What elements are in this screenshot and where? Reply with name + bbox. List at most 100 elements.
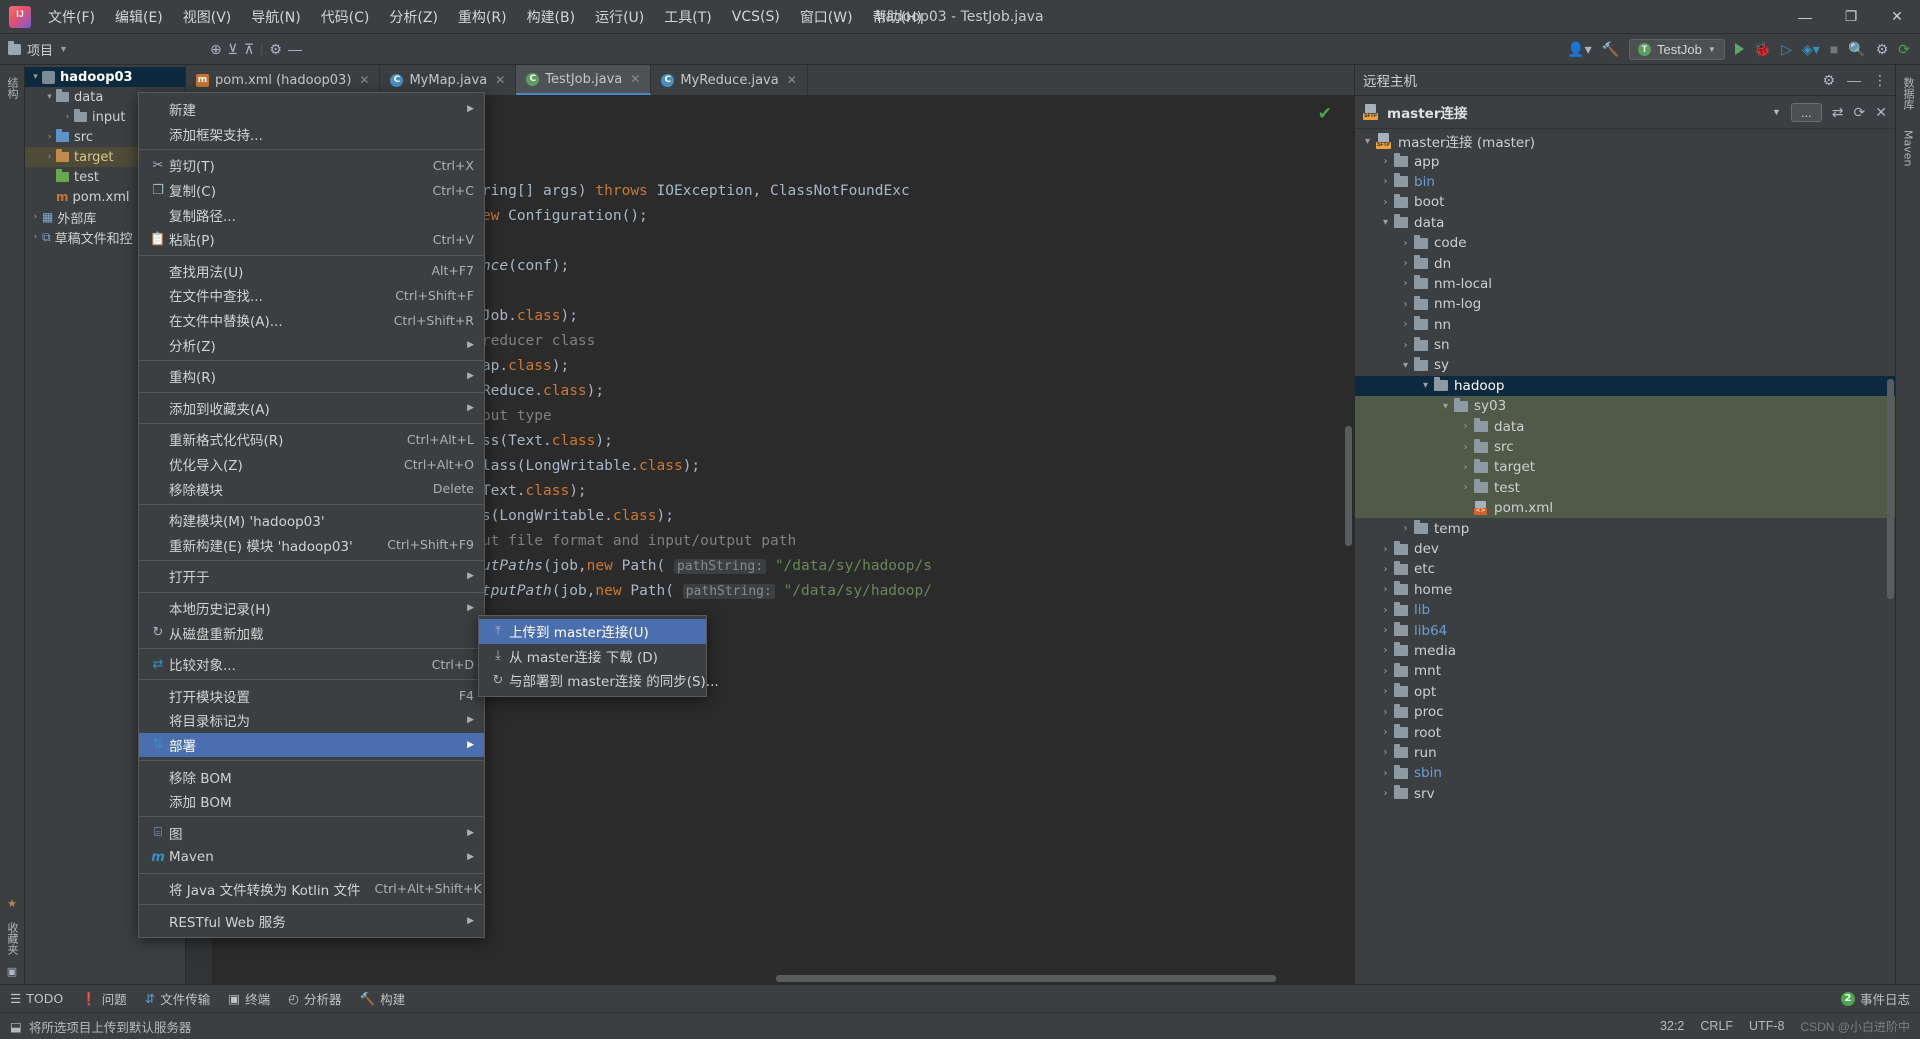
chevron-right-icon[interactable]: ›: [1457, 462, 1474, 473]
tree-row[interactable]: ▾ hadoop: [1355, 375, 1895, 397]
chevron-right-icon[interactable]: ›: [1377, 768, 1394, 779]
tree-row[interactable]: › media: [1355, 641, 1895, 661]
menu-code[interactable]: 代码(C): [312, 4, 379, 30]
stop-icon[interactable]: ■: [1830, 42, 1838, 56]
tree-row[interactable]: › opt: [1355, 682, 1895, 702]
project-context-menu[interactable]: 新建 ▶ 添加框架支持... ✂ 剪切(T) Ctrl+X ❐ 复制(C) Ct…: [138, 92, 485, 938]
chevron-right-icon[interactable]: ›: [43, 152, 56, 162]
hide-pane-icon[interactable]: —: [1847, 73, 1861, 87]
update-project-icon[interactable]: ⟳: [1898, 42, 1910, 56]
expand-all-icon[interactable]: ⊼: [244, 42, 254, 56]
chevron-down-icon[interactable]: ▾: [1397, 360, 1414, 371]
tree-row[interactable]: › root: [1355, 722, 1895, 742]
chevron-down-icon[interactable]: ▾: [1417, 380, 1434, 391]
ctx-compare-with[interactable]: ⇄ 比较对象... Ctrl+D: [139, 652, 484, 677]
chevron-right-icon[interactable]: ›: [1457, 442, 1474, 453]
tree-row[interactable]: › lib: [1355, 600, 1895, 620]
ctx-cut[interactable]: ✂ 剪切(T) Ctrl+X: [139, 153, 484, 178]
bottom-item-build[interactable]: 🔨 构建: [360, 989, 406, 1008]
bottom-item-profiler[interactable]: ◴ 分析器: [288, 989, 341, 1008]
ctx-copy[interactable]: ❐ 复制(C) Ctrl+C: [139, 178, 484, 203]
ctx-refactor[interactable]: 重构(R) ▶: [139, 364, 484, 389]
tree-row[interactable]: ▾ sy: [1355, 355, 1895, 375]
chevron-right-icon[interactable]: ›: [29, 212, 42, 222]
menu-vcs[interactable]: VCS(S): [723, 6, 789, 28]
chevron-right-icon[interactable]: ›: [1377, 625, 1394, 636]
ctx-find-usages[interactable]: 查找用法(U) Alt+F7: [139, 259, 484, 284]
tree-row[interactable]: › nm-log: [1355, 294, 1895, 314]
menu-file[interactable]: 文件(F): [39, 4, 104, 30]
ctx-add-framework-support[interactable]: 添加框架支持...: [139, 122, 484, 147]
run-with-coverage-icon[interactable]: ▷: [1781, 42, 1792, 56]
collapse-all-icon[interactable]: ⊻: [228, 42, 238, 56]
ctx-replace-in-files[interactable]: 在文件中替换(A)... Ctrl+Shift+R: [139, 308, 484, 333]
tree-row[interactable]: › etc: [1355, 559, 1895, 579]
remote-tree-scrollbar[interactable]: [1887, 379, 1894, 599]
rail-item-favorites[interactable]: 收藏夹: [4, 916, 20, 961]
menu-build[interactable]: 构建(B): [518, 4, 585, 30]
bottom-item-terminal[interactable]: ▣ 终端: [228, 989, 270, 1008]
favorites-star-icon[interactable]: ★: [7, 899, 17, 910]
chevron-right-icon[interactable]: ›: [1377, 544, 1394, 555]
chevron-down-icon[interactable]: ▾: [1359, 136, 1376, 147]
ctx-mark-directory-as[interactable]: 将目录标记为 ▶: [139, 708, 484, 733]
menu-navigate[interactable]: 导航(N): [242, 4, 309, 30]
build-hammer-icon[interactable]: 🔨: [1602, 42, 1619, 56]
tree-row[interactable]: ▾ data: [1355, 213, 1895, 233]
editor-horizontal-scrollbar[interactable]: [776, 975, 1276, 982]
search-icon[interactable]: 🔍: [1848, 42, 1865, 56]
tab-pom-xml[interactable]: m pom.xml (hadoop03) ✕: [186, 65, 381, 95]
deploy-submenu[interactable]: ⤒ 上传到 master连接(U) ⤓ 从 master连接 下载 (D) ↻ …: [478, 615, 719, 697]
ctx-add-bom[interactable]: 添加 BOM: [139, 789, 484, 814]
tree-row[interactable]: pom.xml: [1355, 498, 1895, 519]
more-options-icon[interactable]: ⋮: [1873, 73, 1887, 87]
menu-analyze[interactable]: 分析(Z): [380, 4, 447, 30]
tree-row[interactable]: › app: [1355, 151, 1895, 171]
tab-testjob-java[interactable]: C TestJob.java ✕: [516, 65, 652, 95]
chevron-right-icon[interactable]: ›: [1377, 197, 1394, 208]
chevron-right-icon[interactable]: ›: [1377, 727, 1394, 738]
tree-row[interactable]: › run: [1355, 743, 1895, 763]
ctx-new[interactable]: 新建 ▶: [139, 97, 484, 122]
ctx-local-history[interactable]: 本地历史记录(H) ▶: [139, 596, 484, 621]
ctx-maven[interactable]: m Maven ▶: [139, 845, 484, 870]
bottom-item-todo[interactable]: ☰ TODO: [10, 991, 63, 1006]
tree-row[interactable]: › lib64: [1355, 620, 1895, 640]
ctx-diagrams[interactable]: ⌸ 图 ▶: [139, 820, 484, 845]
sync-icon[interactable]: ⇄: [1832, 105, 1844, 119]
run-configuration-selector[interactable]: T TestJob ▼: [1629, 38, 1725, 60]
chevron-right-icon[interactable]: ›: [1377, 156, 1394, 167]
menu-window[interactable]: 窗口(W): [791, 4, 862, 30]
tree-row[interactable]: › target: [1355, 457, 1895, 478]
ctx-remove-bom[interactable]: 移除 BOM: [139, 764, 484, 789]
chevron-right-icon[interactable]: ›: [1377, 686, 1394, 697]
ctx-open-module-settings[interactable]: 打开模块设置 F4: [139, 683, 484, 708]
project-pane-header[interactable]: 项目 ▼: [8, 40, 68, 59]
submenu-download-from-master[interactable]: ⤓ 从 master连接 下载 (D): [479, 644, 706, 669]
menu-bar[interactable]: 文件(F) 编辑(E) 视图(V) 导航(N) 代码(C) 分析(Z) 重构(R…: [39, 4, 931, 30]
chevron-right-icon[interactable]: ›: [1397, 523, 1414, 534]
tree-row[interactable]: › sbin: [1355, 763, 1895, 783]
chevron-right-icon[interactable]: ›: [1397, 238, 1414, 249]
tree-row[interactable]: ▾ sy03: [1355, 396, 1895, 417]
debug-icon[interactable]: 🐞: [1754, 42, 1771, 56]
tree-row[interactable]: › test: [1355, 477, 1895, 499]
rail-item-structure[interactable]: 结构: [4, 71, 20, 105]
locate-icon[interactable]: ⊕: [210, 42, 222, 56]
chevron-right-icon[interactable]: ›: [1377, 788, 1394, 799]
ctx-paste[interactable]: 📋 粘贴(P) Ctrl+V: [139, 227, 484, 252]
chevron-down-icon[interactable]: ▾: [43, 92, 56, 102]
close-icon[interactable]: ✕: [1875, 105, 1887, 119]
ctx-remove-module[interactable]: 移除模块 Delete: [139, 476, 484, 501]
chevron-right-icon[interactable]: ›: [1377, 666, 1394, 677]
close-icon[interactable]: ✕: [787, 73, 797, 87]
close-icon[interactable]: ✕: [495, 73, 505, 87]
chevron-right-icon[interactable]: ›: [1397, 299, 1414, 310]
file-encoding[interactable]: UTF-8: [1749, 1019, 1784, 1033]
hide-pane-icon[interactable]: —: [288, 42, 302, 56]
tree-row[interactable]: › code: [1355, 233, 1895, 253]
tree-row[interactable]: › src: [1355, 436, 1895, 458]
chevron-right-icon[interactable]: ›: [1457, 482, 1474, 493]
menu-refactor[interactable]: 重构(R): [449, 4, 516, 30]
chevron-right-icon[interactable]: ›: [29, 232, 42, 242]
